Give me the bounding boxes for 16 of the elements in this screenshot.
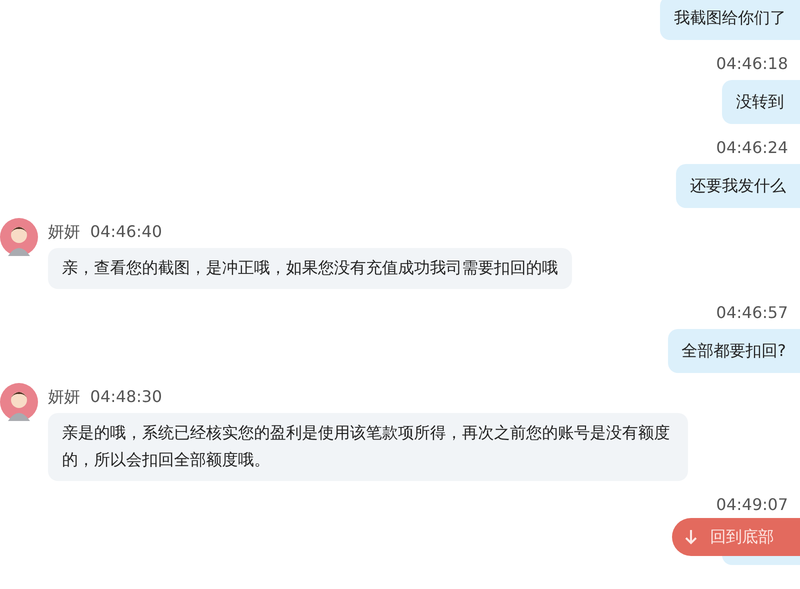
sent-message: 还要我发什么 — [676, 164, 800, 208]
message-time: 04:46:57 — [716, 303, 788, 323]
received-message: 亲是的哦，系统已经核实您的盈利是使用该笔款项所得，再次之前您的账号是没有额度的，所以会扣回全部额度哦。 — [48, 413, 688, 481]
message-time: 04:46:18 — [716, 54, 788, 74]
down-arrow-icon — [684, 529, 698, 545]
sent-message: 我截图给你们了 — [660, 0, 800, 40]
avatar-icon — [0, 383, 38, 421]
message-time: 04:49:07 — [716, 495, 788, 515]
sent-message: 没转到 — [722, 80, 800, 124]
avatar-icon — [0, 218, 38, 256]
sender-name-and-time: 妍妍 04:46:40 — [48, 222, 164, 242]
message-time: 04:46:24 — [716, 138, 788, 158]
sent-message: 全部都要扣回? — [668, 329, 800, 373]
received-message: 亲，查看您的截图，是冲正哦，如果您没有充值成功我司需要扣回的哦 — [48, 248, 572, 289]
scroll-to-bottom-button[interactable]: 回到底部 — [672, 518, 800, 556]
sender-name-and-time: 妍妍 04:48:30 — [48, 387, 164, 407]
